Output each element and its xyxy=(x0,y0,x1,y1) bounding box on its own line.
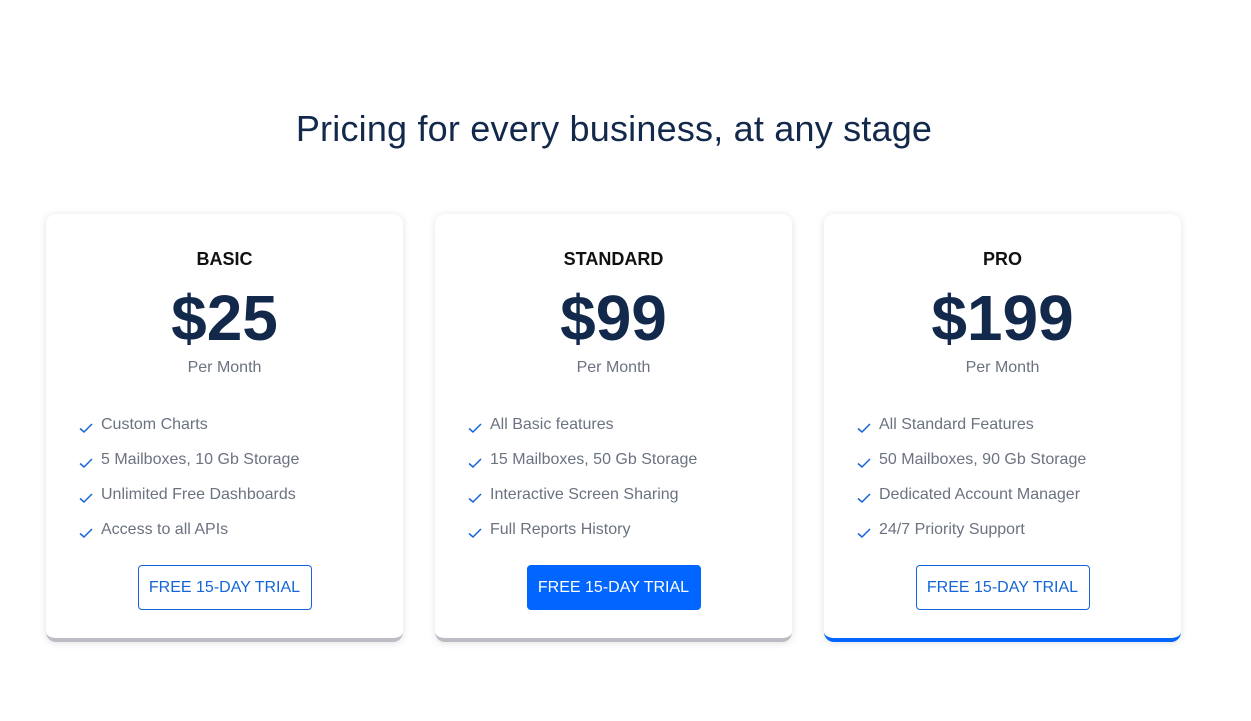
feature-list: Custom Charts 5 Mailboxes, 10 Gb Storage… xyxy=(78,407,299,547)
plan-price: $25 xyxy=(171,282,278,354)
plan-period: Per Month xyxy=(576,359,651,376)
check-icon xyxy=(79,492,93,503)
feature-item: All Basic features xyxy=(467,407,697,442)
pricing-card-standard: STANDARD $99 Per Month All Basic feature… xyxy=(435,214,792,642)
check-icon xyxy=(468,527,482,538)
check-icon xyxy=(468,492,482,503)
pricing-card-basic: BASIC $25 Per Month Custom Charts 5 Mail… xyxy=(46,214,403,642)
free-trial-button-standard[interactable]: FREE 15-DAY TRIAL xyxy=(526,565,701,610)
check-icon xyxy=(468,457,482,468)
check-icon xyxy=(79,527,93,538)
plan-price: $99 xyxy=(560,282,667,354)
feature-list: All Standard Features 50 Mailboxes, 90 G… xyxy=(856,407,1086,547)
feature-label: All Basic features xyxy=(490,415,614,433)
feature-label: 5 Mailboxes, 10 Gb Storage xyxy=(101,450,300,468)
feature-label: Dedicated Account Manager xyxy=(879,485,1081,503)
free-trial-button-basic[interactable]: FREE 15-DAY TRIAL xyxy=(137,565,312,610)
feature-item: 15 Mailboxes, 50 Gb Storage xyxy=(467,442,697,477)
feature-label: Access to all APIs xyxy=(101,520,229,538)
pricing-card-pro: PRO $199 Per Month All Standard Features… xyxy=(824,214,1181,642)
free-trial-button-pro[interactable]: FREE 15-DAY TRIAL xyxy=(915,565,1090,610)
check-icon xyxy=(857,527,871,538)
plan-period: Per Month xyxy=(965,359,1040,376)
feature-item: 24/7 Priority Support xyxy=(856,512,1086,547)
plan-price: $199 xyxy=(931,282,1074,354)
feature-item: 5 Mailboxes, 10 Gb Storage xyxy=(78,442,299,477)
feature-label: 50 Mailboxes, 90 Gb Storage xyxy=(879,450,1087,468)
check-icon xyxy=(857,492,871,503)
check-icon xyxy=(468,422,482,433)
feature-item: Access to all APIs xyxy=(78,512,299,547)
feature-label: Interactive Screen Sharing xyxy=(490,485,679,503)
plan-name: PRO xyxy=(982,249,1022,269)
feature-item: Interactive Screen Sharing xyxy=(467,477,697,512)
feature-item: Full Reports History xyxy=(467,512,697,547)
feature-item: Custom Charts xyxy=(78,407,299,442)
check-icon xyxy=(857,457,871,468)
feature-item: All Standard Features xyxy=(856,407,1086,442)
check-icon xyxy=(79,457,93,468)
feature-label: All Standard Features xyxy=(879,415,1034,433)
feature-label: 24/7 Priority Support xyxy=(879,520,1025,538)
feature-label: Unlimited Free Dashboards xyxy=(101,485,296,503)
check-icon xyxy=(857,422,871,433)
check-icon xyxy=(79,422,93,433)
feature-label: 15 Mailboxes, 50 Gb Storage xyxy=(490,450,698,468)
page-title: Pricing for every business, at any stage xyxy=(295,108,933,149)
feature-item: Dedicated Account Manager xyxy=(856,477,1086,512)
plan-name: BASIC xyxy=(196,249,253,269)
plan-period: Per Month xyxy=(187,359,262,376)
feature-item: Unlimited Free Dashboards xyxy=(78,477,299,512)
plan-name: STANDARD xyxy=(563,249,664,269)
feature-item: 50 Mailboxes, 90 Gb Storage xyxy=(856,442,1086,477)
feature-list: All Basic features 15 Mailboxes, 50 Gb S… xyxy=(467,407,697,547)
feature-label: Custom Charts xyxy=(101,415,208,433)
feature-label: Full Reports History xyxy=(490,520,631,538)
